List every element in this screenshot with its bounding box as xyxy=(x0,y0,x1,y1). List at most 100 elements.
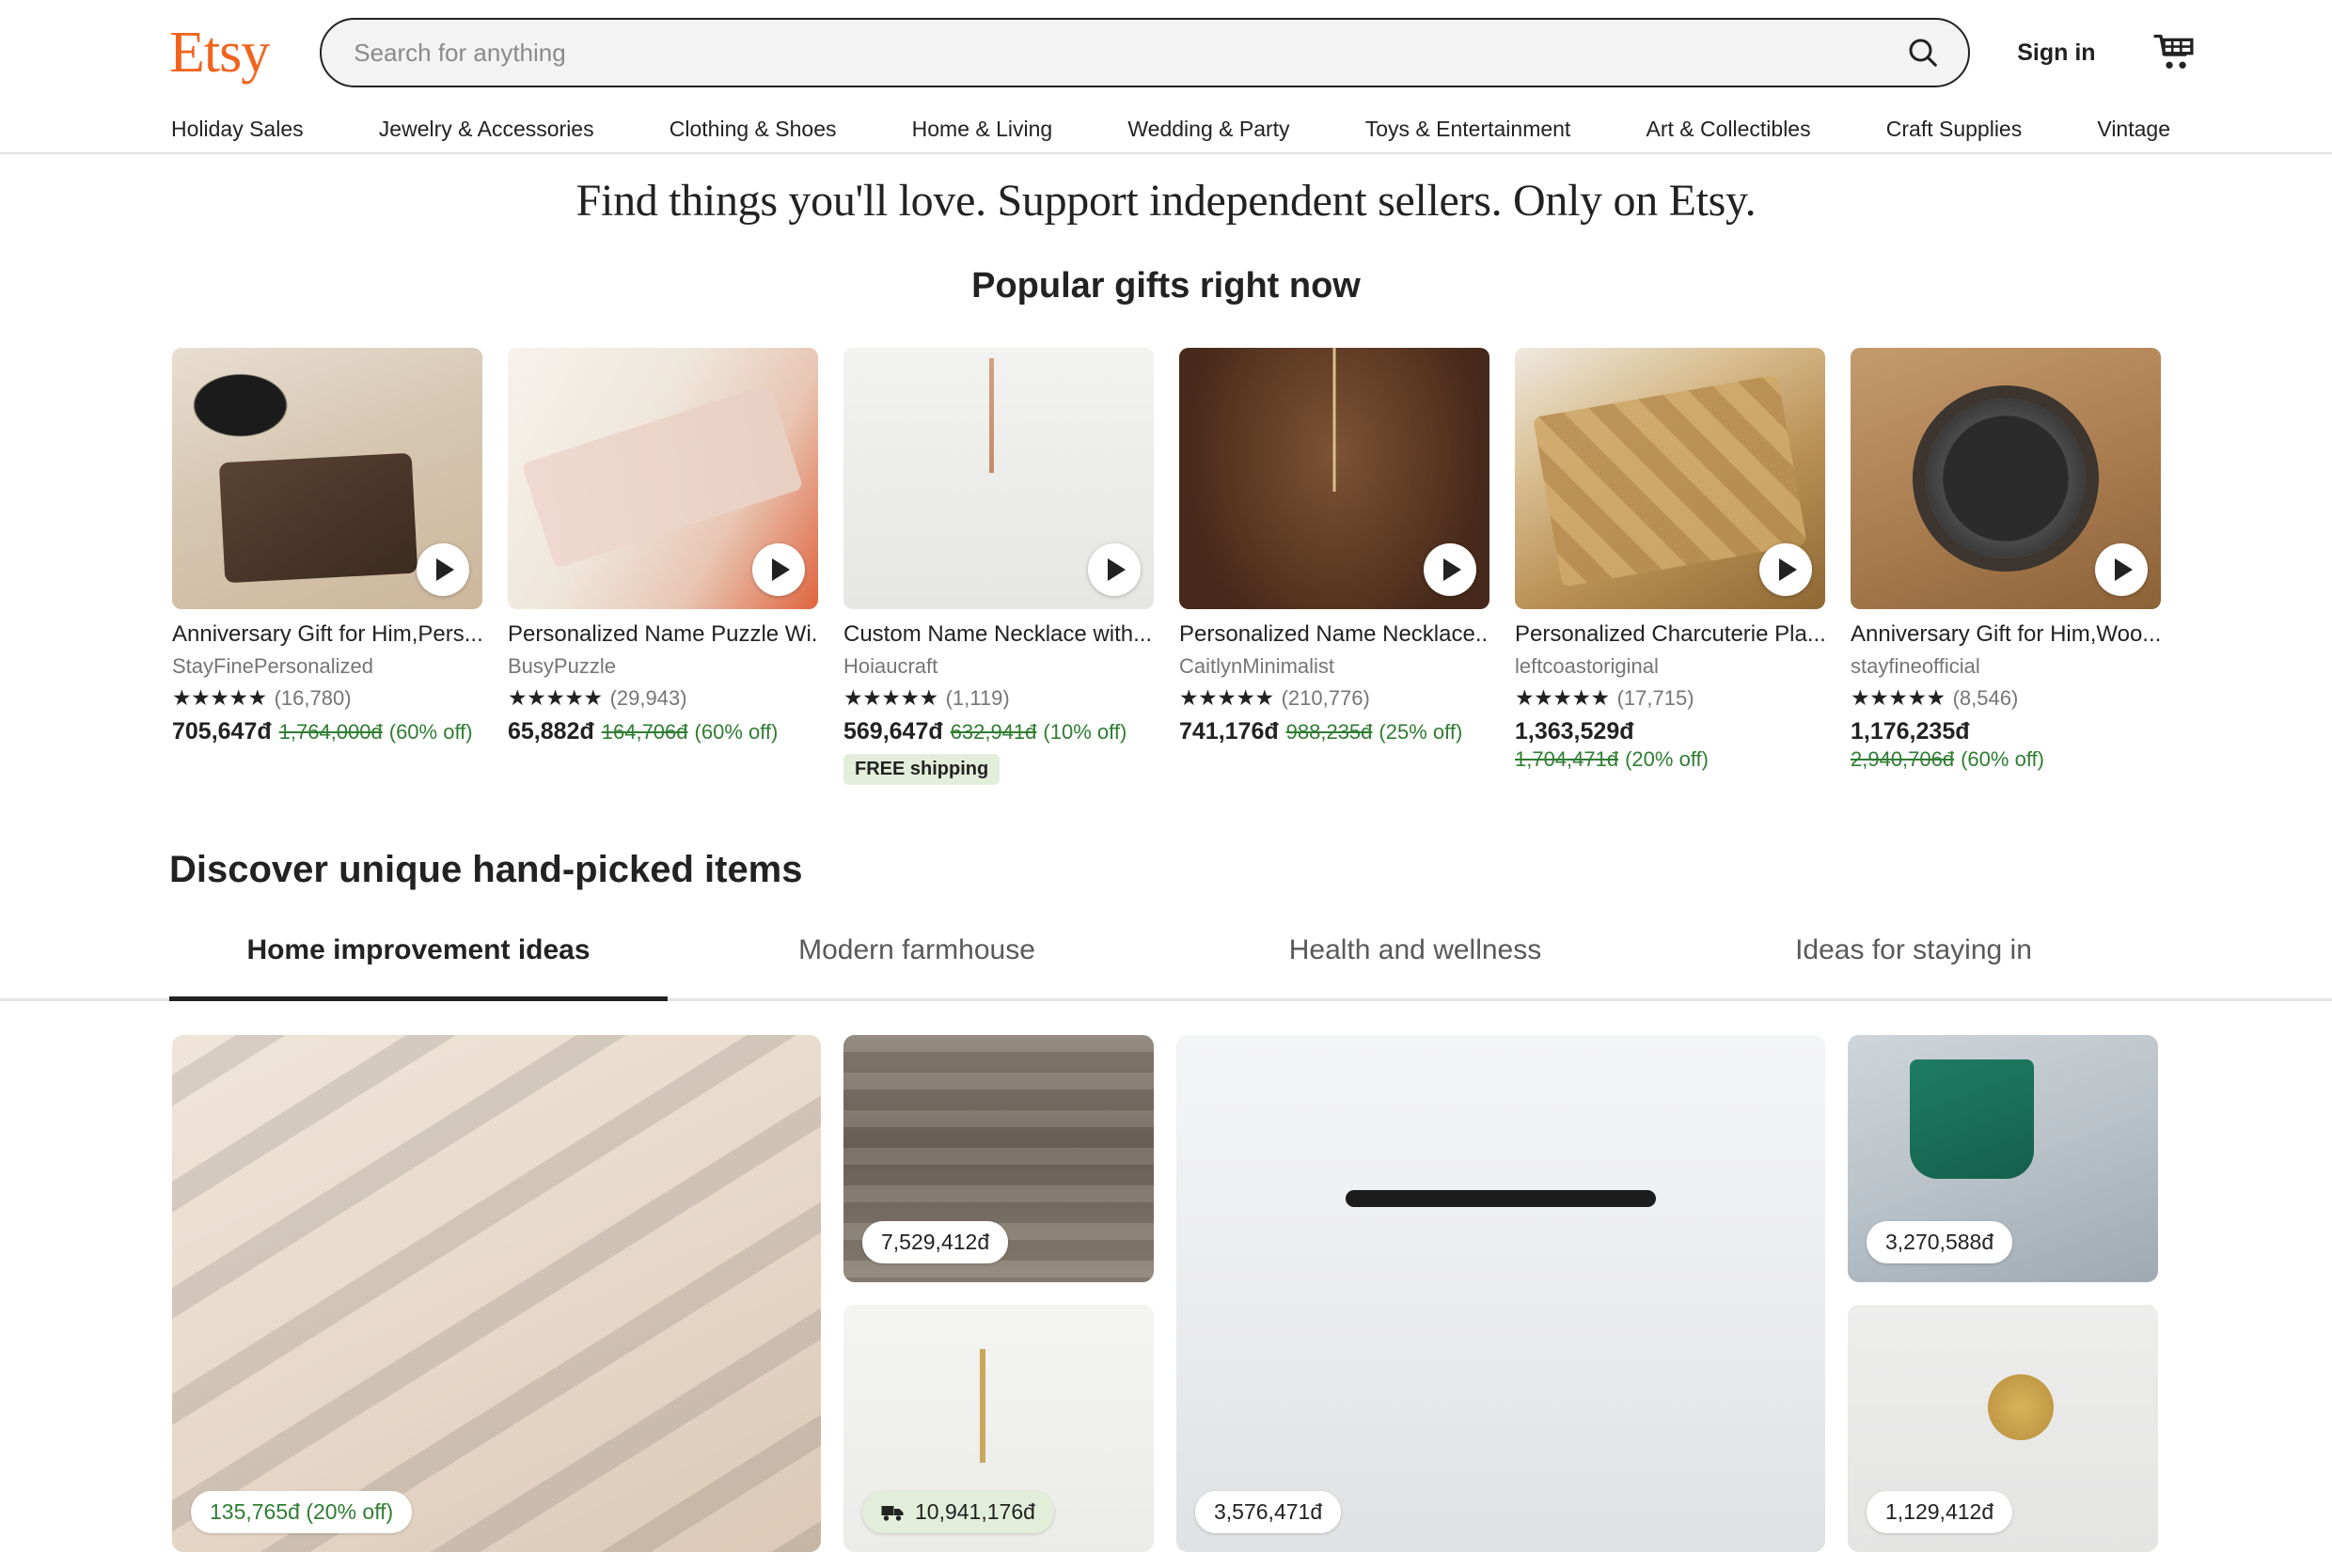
nav-item-art-collectibles[interactable]: Art & Collectibles xyxy=(1644,113,1812,146)
grid-column-3: 3,576,471đ xyxy=(1176,1035,1825,1552)
grid-tile-leather-handles[interactable]: 135,765đ (20% off) xyxy=(172,1035,821,1552)
product-thumbnail[interactable] xyxy=(172,348,482,609)
product-thumbnail[interactable] xyxy=(1851,348,2161,609)
search-input[interactable] xyxy=(320,18,1971,87)
product-card[interactable]: Anniversary Gift for Him,Pers... StayFin… xyxy=(172,348,482,785)
current-price: 705,647đ xyxy=(172,718,272,745)
product-title[interactable]: Personalized Name Puzzle Wi... xyxy=(508,620,818,649)
product-shop-name[interactable]: StayFinePersonalized xyxy=(172,654,482,679)
grid-tile-chandelier-wood-wall[interactable]: 7,529,412đ xyxy=(843,1035,1154,1282)
grid-tile-brass-sconce[interactable]: 1,129,412đ xyxy=(1848,1305,2158,1552)
star-rating-icon: ★★★★★ xyxy=(1179,685,1274,710)
etsy-homepage: Etsy Sign in Holiday xyxy=(0,0,2332,1568)
price-badge: 7,529,412đ xyxy=(862,1221,1009,1263)
product-title[interactable]: Custom Name Necklace with... xyxy=(843,620,1154,649)
product-rating: ★★★★★ (1,119) xyxy=(843,685,1154,711)
nav-item-toys-entertainment[interactable]: Toys & Entertainment xyxy=(1363,113,1573,146)
original-price: 2,940,706đ xyxy=(1851,747,1955,771)
tab-modern-farmhouse[interactable]: Modern farmhouse xyxy=(668,934,1166,998)
cart-button[interactable] xyxy=(2152,33,2198,72)
product-title[interactable]: Personalized Name Necklace... xyxy=(1179,620,1489,649)
play-icon[interactable] xyxy=(2095,543,2148,596)
product-thumbnail[interactable] xyxy=(1179,348,1489,609)
product-card[interactable]: Personalized Charcuterie Pla... leftcoas… xyxy=(1515,348,1825,785)
current-price: 1,176,235đ xyxy=(1851,718,1970,745)
product-shop-name[interactable]: CaitlynMinimalist xyxy=(1179,654,1489,679)
discount-label: (10% off) xyxy=(1043,720,1127,744)
product-price-line: 741,176đ 988,235đ (25% off) xyxy=(1179,718,1489,745)
product-rating: ★★★★★ (8,546) xyxy=(1851,685,2161,711)
sign-in-button[interactable]: Sign in xyxy=(2017,39,2095,67)
price-badge: 135,765đ (20% off) xyxy=(191,1491,413,1533)
free-shipping-badge: FREE shipping xyxy=(843,754,1001,785)
product-title[interactable]: Personalized Charcuterie Pla... xyxy=(1515,620,1825,649)
product-price-line: 1,176,235đ 2,940,706đ (60% off) xyxy=(1851,718,2161,772)
grid-tile-grab-bar-install[interactable]: 3,270,588đ xyxy=(1848,1035,2158,1282)
star-rating-icon: ★★★★★ xyxy=(172,685,267,710)
site-tagline: Find things you'll love. Support indepen… xyxy=(575,176,1757,226)
discover-heading: Discover unique hand-picked items xyxy=(169,849,803,890)
product-card[interactable]: Personalized Name Puzzle Wi... BusyPuzzl… xyxy=(508,348,818,785)
play-icon[interactable] xyxy=(417,543,469,596)
grid-column-1: 135,765đ (20% off) xyxy=(172,1035,821,1552)
price-badge: 1,129,412đ xyxy=(1867,1491,2013,1533)
original-price: 1,704,471đ xyxy=(1515,747,1619,771)
discount-label: (60% off) xyxy=(1961,747,2044,771)
search-bar xyxy=(320,18,1971,87)
star-rating-icon: ★★★★★ xyxy=(1851,685,1946,710)
product-card[interactable]: Anniversary Gift for Him,Woo... stayfine… xyxy=(1851,348,2161,785)
current-price: 1,363,529đ xyxy=(1515,718,1634,745)
star-rating-icon: ★★★★★ xyxy=(843,685,938,710)
product-title[interactable]: Anniversary Gift for Him,Pers... xyxy=(172,620,482,649)
product-price-line: 65,882đ 164,706đ (60% off) xyxy=(508,718,818,745)
price-badge: 3,270,588đ xyxy=(1867,1221,2013,1263)
product-title[interactable]: Anniversary Gift for Him,Woo... xyxy=(1851,620,2161,649)
nav-item-home-living[interactable]: Home & Living xyxy=(910,113,1055,146)
product-shop-name[interactable]: BusyPuzzle xyxy=(508,654,818,679)
original-price: 164,706đ xyxy=(601,720,688,744)
tab-health-and-wellness[interactable]: Health and wellness xyxy=(1166,934,1664,998)
nav-item-holiday-sales[interactable]: Holiday Sales xyxy=(169,113,306,146)
product-rating: ★★★★★ (17,715) xyxy=(1515,685,1825,711)
nav-item-jewelry-accessories[interactable]: Jewelry & Accessories xyxy=(377,113,596,146)
review-count: (17,715) xyxy=(1616,685,1694,710)
play-icon[interactable] xyxy=(1759,543,1812,596)
grid-tile-black-vanity-light[interactable]: 3,576,471đ xyxy=(1176,1035,1825,1552)
tile-image xyxy=(172,1035,821,1552)
nav-item-vintage[interactable]: Vintage xyxy=(2095,113,2172,146)
current-price: 65,882đ xyxy=(508,718,594,745)
price-badge: 10,941,176đ xyxy=(862,1491,1054,1533)
review-count: (210,776) xyxy=(1281,685,1370,710)
grid-column-4: 3,270,588đ 1,129,412đ xyxy=(1848,1035,2158,1552)
etsy-logo[interactable]: Etsy xyxy=(169,24,270,82)
review-count: (16,780) xyxy=(274,685,352,710)
play-icon[interactable] xyxy=(1424,543,1476,596)
product-thumbnail[interactable] xyxy=(508,348,818,609)
play-icon[interactable] xyxy=(752,543,805,596)
discover-grid: 135,765đ (20% off) 7,529,412đ 10,941,176… xyxy=(0,1035,2332,1552)
product-thumbnail[interactable] xyxy=(1515,348,1825,609)
product-shop-name[interactable]: leftcoastoriginal xyxy=(1515,654,1825,679)
tab-ideas-for-staying-in[interactable]: Ideas for staying in xyxy=(1664,934,2163,998)
product-thumbnail[interactable] xyxy=(843,348,1154,609)
site-header: Etsy Sign in xyxy=(0,0,2332,105)
nav-item-wedding-party[interactable]: Wedding & Party xyxy=(1126,113,1291,146)
nav-item-clothing-shoes[interactable]: Clothing & Shoes xyxy=(668,113,839,146)
product-card[interactable]: Custom Name Necklace with... Hoiaucraft … xyxy=(843,348,1154,785)
tab-home-improvement-ideas[interactable]: Home improvement ideas xyxy=(169,934,668,1001)
search-icon xyxy=(1909,39,1938,67)
product-card[interactable]: Personalized Name Necklace... CaitlynMin… xyxy=(1179,348,1489,785)
truck-icon xyxy=(881,1505,904,1521)
grid-column-2: 7,529,412đ 10,941,176đ xyxy=(843,1035,1154,1552)
play-icon[interactable] xyxy=(1088,543,1141,596)
review-count: (8,546) xyxy=(1952,685,2019,710)
product-shop-name[interactable]: Hoiaucraft xyxy=(843,654,1154,679)
product-shop-name[interactable]: stayfineofficial xyxy=(1851,654,2161,679)
grid-tile-brass-chandelier[interactable]: 10,941,176đ xyxy=(843,1305,1154,1552)
search-button[interactable] xyxy=(1897,26,1949,79)
nav-item-craft-supplies[interactable]: Craft Supplies xyxy=(1884,113,2024,146)
review-count: (29,943) xyxy=(609,685,687,710)
price-badge-text: 10,941,176đ xyxy=(915,1499,1035,1524)
discount-label: (25% off) xyxy=(1379,720,1463,744)
product-rating: ★★★★★ (16,780) xyxy=(172,685,482,711)
